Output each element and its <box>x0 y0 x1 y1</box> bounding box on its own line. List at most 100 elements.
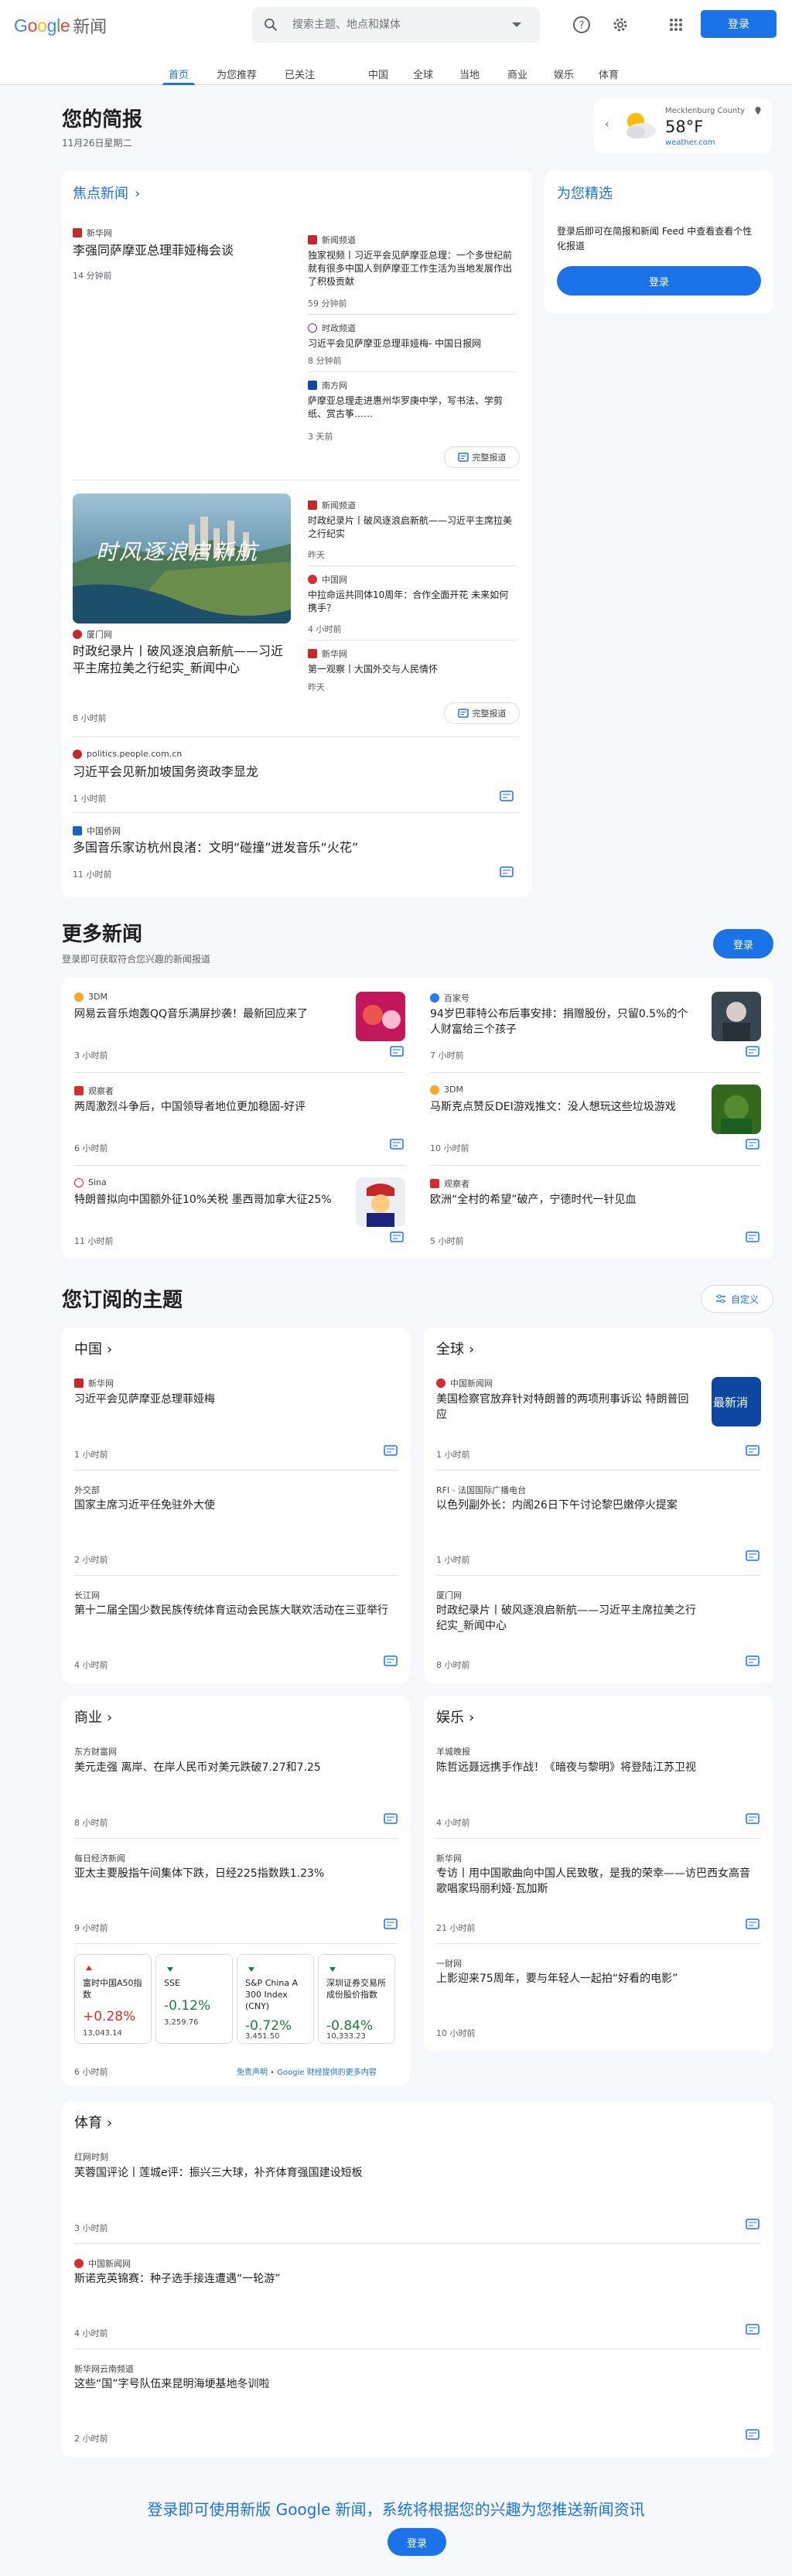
story-title[interactable]: 欧洲“全村的希望”破产，宁德时代一针见血 <box>430 1193 739 1208</box>
full-coverage-icon[interactable] <box>746 2324 760 2335</box>
story-title[interactable]: 李强同萨摩亚总理菲娅梅会谈 <box>73 242 289 259</box>
nav-for-you[interactable]: 为您推荐 <box>217 67 257 81</box>
nav-world[interactable]: 全球 <box>413 67 433 81</box>
picks-signin-button[interactable]: 登录 <box>557 266 761 296</box>
story-title[interactable]: 这些“国”字号队伍来昆明海埂基地冬训啦 <box>74 2377 739 2393</box>
more-news-signin-button[interactable]: 登录 <box>713 929 773 958</box>
full-coverage-icon[interactable] <box>746 1550 760 1561</box>
full-coverage-icon[interactable] <box>384 1813 398 1824</box>
full-coverage-icon[interactable] <box>384 1445 398 1456</box>
story-title[interactable]: 国家主席习近平任免驻外大使 <box>74 1498 384 1514</box>
story-title[interactable]: 亚太主要股指午间集体下跌，日经225指数跌1.23% <box>74 1867 391 1882</box>
full-coverage-icon[interactable] <box>746 1918 760 1929</box>
story-title[interactable]: 网易云音乐炮轰QQ音乐满屏抄袭！最新回应来了 <box>74 1007 337 1023</box>
related-story-title[interactable]: 习近平会见萨摩亚总理菲娅梅- 中国日报网 <box>308 337 517 350</box>
story-thumbnail[interactable] <box>712 992 761 1041</box>
story-title[interactable]: 上影迎来75周年，要与年轻人一起拍“好看的电影” <box>436 1972 696 1987</box>
top-stories-heading[interactable]: 焦点新闻 › <box>73 183 140 203</box>
nav-local[interactable]: 当地 <box>459 67 480 81</box>
story-thumbnail[interactable] <box>356 992 405 1041</box>
full-coverage-icon[interactable] <box>390 1139 404 1150</box>
stock-card[interactable]: SSE -0.12% 3,259.76 <box>155 1954 233 2044</box>
nav-following[interactable]: 已关注 <box>285 67 315 81</box>
stock-card[interactable]: 富时中国A50指数 +0.28% 13,043.14 <box>74 1954 152 2044</box>
full-coverage-icon[interactable] <box>746 1232 760 1242</box>
story-title[interactable]: 时政纪录片丨破风逐浪启新航——习近平主席拉美之行纪实_新闻中心 <box>73 643 294 678</box>
topic-heading-china[interactable]: 中国 › <box>74 1338 112 1358</box>
finance-disclaimer-link[interactable]: 免责声明 • Google 财经提供的更多内容 <box>237 2065 377 2077</box>
search-options-chevron-icon[interactable] <box>512 22 521 27</box>
topic-heading-business[interactable]: 商业 › <box>74 1707 112 1727</box>
apps-grid-icon[interactable] <box>665 14 687 36</box>
search-input[interactable] <box>292 15 493 35</box>
weather-widget[interactable]: ‹ Mecklenburg County 58°F weather.com <box>594 98 772 154</box>
topic-heading-world[interactable]: 全球 › <box>436 1338 474 1358</box>
full-coverage-icon[interactable] <box>746 2219 760 2229</box>
story-title[interactable]: 陈哲远聂远携手作战！《暗夜与黎明》将登陆江苏卫视 <box>436 1761 753 1776</box>
story-thumbnail[interactable] <box>356 1177 405 1227</box>
story-title[interactable]: 习近平会见萨摩亚总理菲娅梅 <box>74 1392 384 1408</box>
full-coverage-icon[interactable] <box>384 1918 398 1929</box>
location-pin-icon <box>755 107 761 114</box>
full-coverage-icon[interactable] <box>746 1655 760 1666</box>
story-title[interactable]: 美国检察官放弃针对特朗普的两项刑事诉讼 特朗普回应 <box>436 1392 696 1423</box>
full-coverage-icon[interactable] <box>746 2429 760 2440</box>
nav-entertainment[interactable]: 娱乐 <box>554 67 574 81</box>
full-coverage-icon[interactable] <box>746 1046 760 1057</box>
related-story-title[interactable]: 独家视频丨习近平会见萨摩亚总理：一个多世纪前就有很多中国人到萨摩亚工作生活为当地… <box>308 249 517 288</box>
full-coverage-button[interactable]: 完整报道 <box>444 446 520 468</box>
settings-gear-icon[interactable] <box>609 14 631 36</box>
nav-china[interactable]: 中国 <box>368 67 388 81</box>
full-coverage-icon[interactable] <box>746 1445 760 1456</box>
topic-heading-sports[interactable]: 体育 › <box>74 2112 112 2132</box>
full-coverage-icon[interactable] <box>500 866 514 877</box>
story-title[interactable]: 时政纪录片丨破风逐浪启新航——习近平主席拉美之行纪实_新闻中心 <box>436 1604 696 1634</box>
story-title[interactable]: 以色列副外长：内阁26日下午讨论黎巴嫩停火提案 <box>436 1498 696 1514</box>
divider <box>73 736 520 737</box>
story-title[interactable]: 习近平会见新加坡国务资政李显龙 <box>73 764 490 781</box>
divider <box>74 1470 398 1471</box>
nav-business[interactable]: 商业 <box>507 67 527 81</box>
related-story-title[interactable]: 萨摩亚总理走进惠州华罗庚中学，写书法、学剪纸、赏古筝…… <box>308 395 517 421</box>
story-title[interactable]: 马斯克点赞反DEI游戏推文：没人想玩这些垃圾游戏 <box>430 1100 693 1115</box>
chevron-left-icon[interactable]: ‹ <box>605 118 609 131</box>
related-story-title[interactable]: 中拉命运共同体10周年：合作全面开花 未来如何携手？ <box>308 589 517 615</box>
story-title[interactable]: 94岁巴菲特公布后事安排：捐赠股份，只留0.5%的个人财富给三个孩子 <box>430 1007 693 1037</box>
story-time: 1 小时前 <box>74 1450 108 1460</box>
full-coverage-button[interactable]: 完整报道 <box>444 702 520 724</box>
story-image[interactable]: 时风逐浪启新航 <box>73 494 291 624</box>
weather-source-link[interactable]: weather.com <box>665 138 715 147</box>
story-title[interactable]: 第十二届全国少数民族传统体育运动会民族大联欢活动在三亚举行 <box>74 1604 391 1619</box>
related-story-title[interactable]: 第一观察丨大国外交与人民情怀 <box>308 663 517 676</box>
full-coverage-icon[interactable] <box>746 1813 760 1824</box>
story-title[interactable]: 特朗普拟向中国额外征10%关税 墨西哥加拿大征25% <box>74 1193 337 1208</box>
stock-card[interactable]: S&P China A 300 Index (CNY) -0.72% 3,451… <box>237 1954 314 2044</box>
header-signin-button[interactable]: 登录 <box>701 10 777 38</box>
full-coverage-icon[interactable] <box>500 791 514 801</box>
story-title[interactable]: 芙蓉国评论丨莲城e评：振兴三大球，补齐体育强国建设短板 <box>74 2166 739 2181</box>
footer-signin-button[interactable]: 登录 <box>387 2528 446 2556</box>
story-source: 羊城晚报 <box>436 1747 470 1757</box>
full-coverage-icon[interactable] <box>390 1232 404 1242</box>
story-time: 4 小时前 <box>74 2328 108 2339</box>
help-icon[interactable]: ? <box>571 14 592 36</box>
nav-home[interactable]: 首页 <box>169 67 189 81</box>
full-coverage-icon[interactable] <box>384 1655 398 1666</box>
search-bar[interactable] <box>252 7 540 43</box>
nav-sports[interactable]: 体育 <box>599 67 619 81</box>
full-coverage-icon[interactable] <box>390 1046 404 1057</box>
full-coverage-icon[interactable] <box>746 1139 760 1150</box>
related-story-title[interactable]: 时政纪录片丨破风逐浪启新航——习近平主席拉美之行纪实 <box>308 514 517 541</box>
story-thumbnail[interactable] <box>712 1085 761 1134</box>
story-thumbnail[interactable]: 最新消 <box>712 1377 761 1426</box>
story-title[interactable]: 斯诺克英锦赛：种子选手接连遭遇“一轮游” <box>74 2272 739 2287</box>
story-title[interactable]: 多国音乐家访杭州良渚：文明“碰撞”迸发音乐“火花” <box>73 839 490 856</box>
story-title[interactable]: 专访丨用中国歌曲向中国人民致敬，是我的荣幸——访巴西女高音歌唱家玛丽利娅·瓦加斯 <box>436 1867 753 1897</box>
story-title[interactable]: 两周激烈斗争后，中国领导者地位更加稳固-好评 <box>74 1100 384 1115</box>
customize-button[interactable]: 自定义 <box>701 1285 773 1313</box>
story-title[interactable]: 美元走强 离岸、在岸人民币对美元跌破7.27和7.25 <box>74 1761 391 1776</box>
google-news-logo[interactable]: Google 新闻 <box>14 14 107 37</box>
stock-card[interactable]: 深圳证券交易所成份股价指数 -0.84% 10,333.23 <box>318 1954 395 2044</box>
search-icon[interactable] <box>263 17 278 32</box>
topic-heading-entertainment[interactable]: 娱乐 › <box>436 1707 474 1727</box>
